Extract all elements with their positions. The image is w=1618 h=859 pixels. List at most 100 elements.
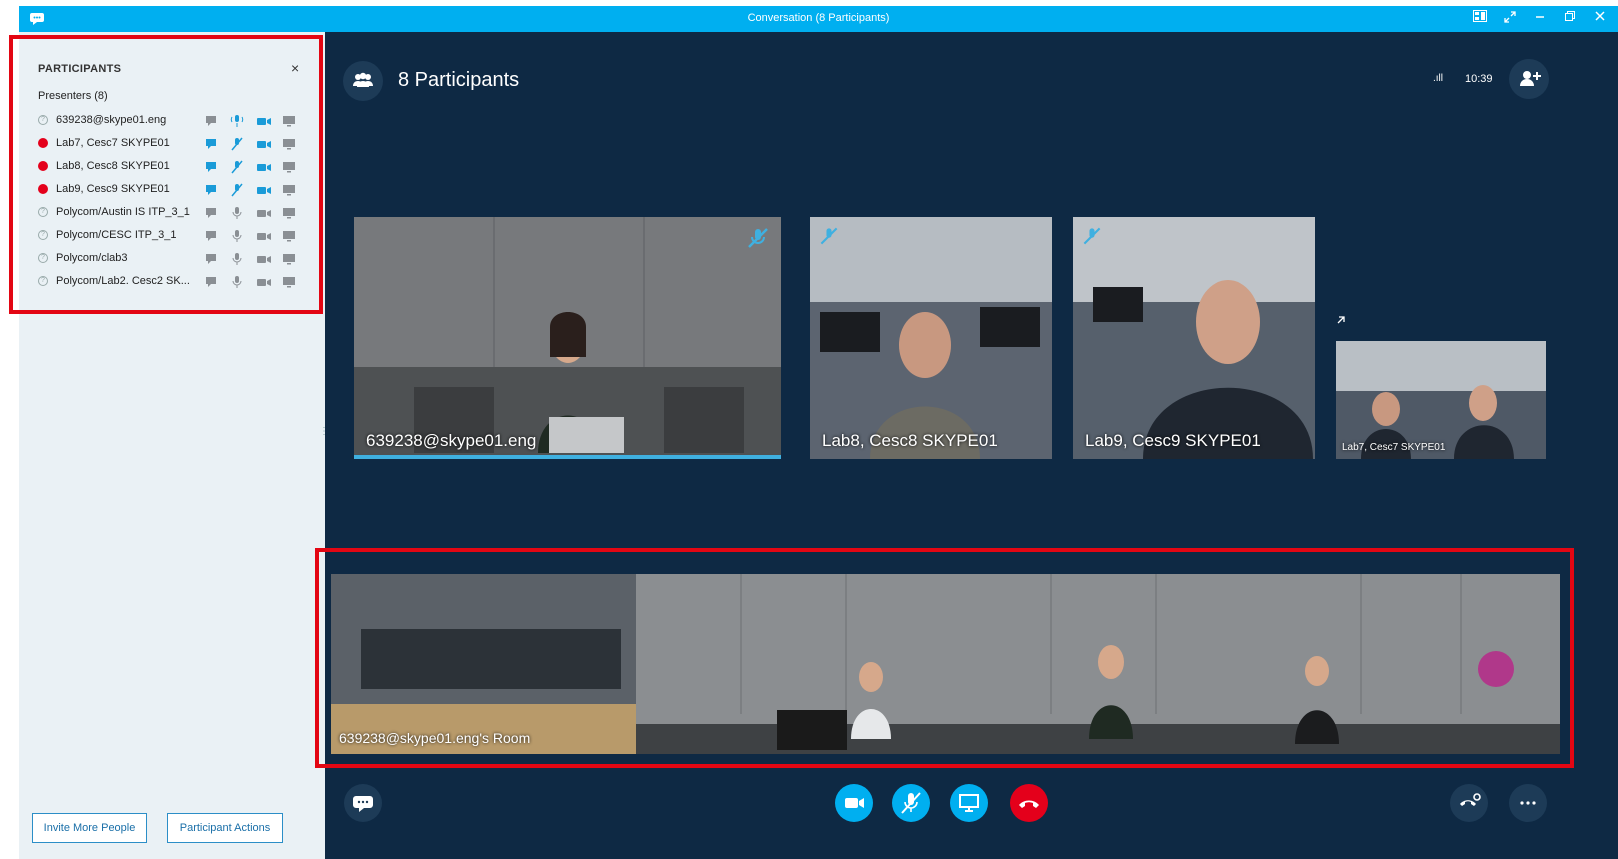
presence-unknown-icon: ? <box>38 253 48 263</box>
screen-icon <box>282 160 298 174</box>
participant-row[interactable]: Lab8, Cesc8 SKYPE01 <box>38 156 308 179</box>
video-frame <box>354 217 781 459</box>
participants-heading: PARTICIPANTS <box>38 63 122 75</box>
participant-row[interactable]: ? Polycom/Lab2. Cesc2 SK... <box>38 271 308 294</box>
video-tile[interactable]: Lab7, Cesc7 SKYPE01 <box>1336 341 1546 459</box>
video-icon <box>256 137 272 151</box>
invite-more-people-button[interactable]: Invite More People <box>32 813 147 843</box>
video-icon <box>256 229 272 243</box>
panel-close-button[interactable]: × <box>291 60 299 76</box>
mic-muted-icon <box>230 137 246 151</box>
mic-muted-icon <box>818 225 840 252</box>
conversation-window: Conversation (8 Participants) PARTICIPAN… <box>19 6 1618 859</box>
video-frame <box>1073 217 1315 459</box>
presence-unknown-icon: ? <box>38 207 48 217</box>
call-controls-icon[interactable] <box>1450 784 1488 822</box>
close-icon[interactable] <box>1592 10 1608 28</box>
mic-muted-icon <box>745 225 771 256</box>
participant-name: Polycom/clab3 <box>56 252 128 264</box>
participant-name: 639238@skype01.eng <box>56 114 167 126</box>
video-tile[interactable]: Lab8, Cesc8 SKYPE01 <box>810 217 1052 459</box>
video-icon <box>256 114 272 128</box>
participant-name: Lab7, Cesc7 SKYPE01 <box>56 137 170 149</box>
video-frame <box>810 217 1052 459</box>
mic-muted-icon[interactable] <box>892 784 930 822</box>
video-icon <box>256 160 272 174</box>
participant-row[interactable]: Lab9, Cesc9 SKYPE01 <box>38 179 308 202</box>
chat-icon[interactable] <box>344 784 382 822</box>
video-icon <box>256 252 272 266</box>
participant-row[interactable]: ? Polycom/clab3 <box>38 248 308 271</box>
presence-busy-icon <box>38 138 48 148</box>
room-label: 639238@skype01.eng's Room <box>339 730 531 746</box>
video-icon <box>256 183 272 197</box>
im-icon <box>204 160 220 174</box>
participant-name: Polycom/Lab2. Cesc2 SK... <box>56 275 190 287</box>
people-icon[interactable] <box>343 61 383 101</box>
screen-icon <box>282 275 298 289</box>
im-icon <box>204 137 220 151</box>
screen-icon <box>282 137 298 151</box>
im-icon <box>204 206 220 220</box>
participant-name: Polycom/Austin IS ITP_3_1 <box>56 206 190 218</box>
mic-muted-icon <box>230 183 246 197</box>
mic-icon <box>230 229 246 243</box>
hang-up-icon[interactable] <box>1010 784 1048 822</box>
fullscreen-icon[interactable] <box>1502 10 1518 28</box>
mic-icon <box>230 252 246 266</box>
presence-busy-icon <box>38 161 48 171</box>
participant-name: Polycom/CESC ITP_3_1 <box>56 229 177 241</box>
screen-icon <box>282 206 298 220</box>
layout-icon[interactable] <box>1472 10 1488 28</box>
mic-speaking-icon <box>230 114 246 128</box>
screen-icon <box>282 114 298 128</box>
add-person-icon[interactable] <box>1509 59 1549 99</box>
participant-row[interactable]: Lab7, Cesc7 SKYPE01 <box>38 133 308 156</box>
im-icon <box>204 229 220 243</box>
call-duration: 10:39 <box>1465 73 1493 85</box>
more-icon[interactable] <box>1509 784 1547 822</box>
room-video-frame <box>331 574 1560 754</box>
video-icon[interactable] <box>835 784 873 822</box>
participant-name: Lab8, Cesc8 SKYPE01 <box>56 160 170 172</box>
presence-unknown-icon: ? <box>38 230 48 240</box>
video-tile[interactable]: 639238@skype01.eng <box>354 217 781 459</box>
title-bar: Conversation (8 Participants) <box>19 6 1618 32</box>
video-stage: 8 Participants .ıll 10:39 639238@skype01… <box>325 32 1618 859</box>
mic-muted-icon <box>1081 225 1103 252</box>
presence-unknown-icon: ? <box>38 276 48 286</box>
window-title: Conversation (8 Participants) <box>747 12 890 24</box>
mic-muted-icon <box>230 160 246 174</box>
participant-row[interactable]: ? Polycom/CESC ITP_3_1 <box>38 225 308 248</box>
participant-row[interactable]: ? Polycom/Austin IS ITP_3_1 <box>38 202 308 225</box>
tile-label: Lab7, Cesc7 SKYPE01 <box>1342 442 1446 453</box>
participant-row[interactable]: ? 639238@skype01.eng <box>38 110 308 133</box>
participant-count-title: 8 Participants <box>398 69 520 91</box>
tile-label: 639238@skype01.eng <box>366 431 537 450</box>
screen-icon <box>282 229 298 243</box>
room-panorama-video[interactable]: 639238@skype01.eng's Room <box>331 574 1560 754</box>
tile-label: Lab9, Cesc9 SKYPE01 <box>1085 431 1261 450</box>
minimize-icon[interactable] <box>1532 10 1548 28</box>
presence-busy-icon <box>38 184 48 194</box>
pop-out-icon[interactable] <box>1335 314 1347 329</box>
im-icon <box>204 183 220 197</box>
restore-icon[interactable] <box>1562 10 1578 28</box>
participant-actions-button[interactable]: Participant Actions <box>167 813 283 843</box>
im-icon <box>204 252 220 266</box>
participant-name: Lab9, Cesc9 SKYPE01 <box>56 183 170 195</box>
screen-share-icon[interactable] <box>950 784 988 822</box>
video-tile[interactable]: Lab9, Cesc9 SKYPE01 <box>1073 217 1315 459</box>
signal-strength-icon: .ıll <box>1433 73 1443 84</box>
active-speaker-bar <box>354 455 781 459</box>
im-icon <box>204 114 220 128</box>
screen-icon <box>282 252 298 266</box>
participants-panel: PARTICIPANTS × Presenters (8) ? 639238@sk… <box>19 32 325 859</box>
participant-list: ? 639238@skype01.eng Lab7, Cesc7 SKYPE01 La… <box>38 110 308 294</box>
presenters-group-label[interactable]: Presenters (8) <box>38 90 108 102</box>
mic-icon <box>230 275 246 289</box>
tile-label: Lab8, Cesc8 SKYPE01 <box>822 431 998 450</box>
mic-icon <box>230 206 246 220</box>
video-icon <box>256 206 272 220</box>
screen-icon <box>282 183 298 197</box>
